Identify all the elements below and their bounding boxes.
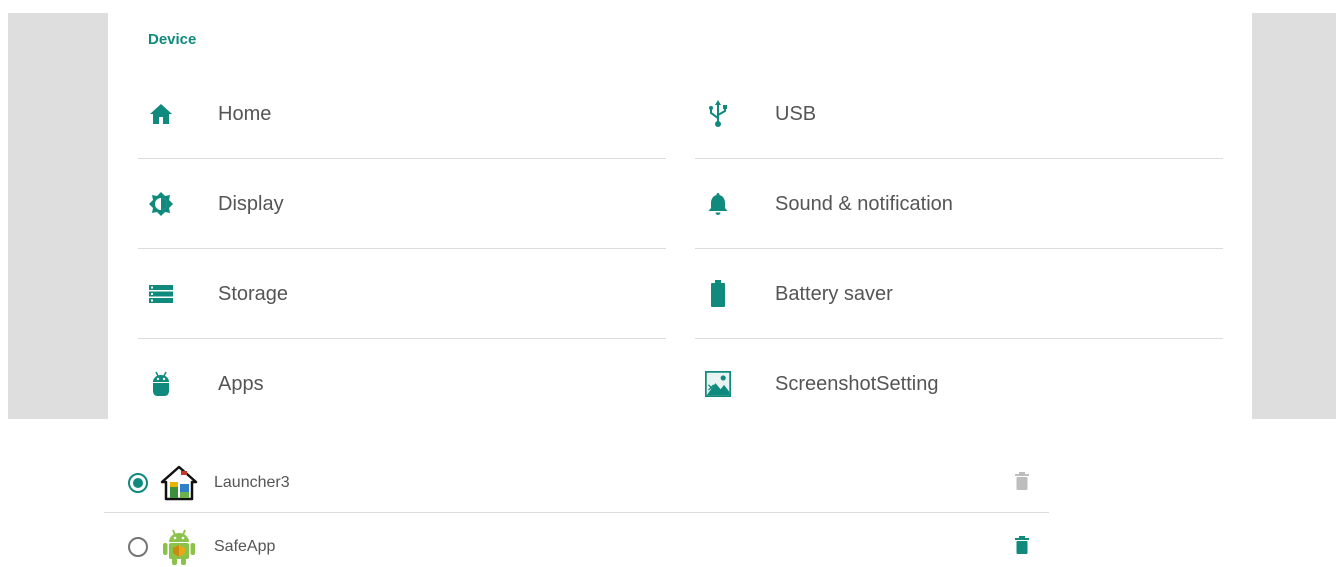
settings-item-apps[interactable]: Apps — [138, 339, 666, 429]
settings-item-display[interactable]: Display — [138, 159, 666, 249]
settings-item-label: Home — [218, 103, 272, 125]
brightness-icon — [148, 191, 174, 217]
settings-item-label: Display — [218, 193, 284, 215]
settings-item-label: Storage — [218, 283, 289, 305]
app-name: Launcher3 — [214, 474, 290, 491]
settings-item-label: ScreenshotSetting — [775, 373, 939, 395]
settings-item-label: Apps — [218, 373, 264, 395]
list-item-launcher3[interactable]: Launcher3 — [104, 453, 1049, 513]
home-icon — [148, 101, 174, 127]
settings-item-label: USB — [775, 103, 817, 125]
radio-button-selected[interactable] — [128, 473, 148, 493]
settings-item-usb[interactable]: USB — [695, 69, 1223, 159]
radio-button-unselected[interactable] — [128, 537, 148, 557]
storage-icon — [148, 281, 174, 307]
launcher3-icon — [160, 464, 198, 502]
safeapp-android-icon — [160, 528, 198, 566]
left-background-panel — [8, 13, 108, 419]
usb-icon — [705, 100, 731, 127]
list-item-safeapp[interactable]: SafeApp — [104, 517, 1049, 567]
right-background-panel — [1252, 13, 1336, 419]
device-settings-card: Device Home Display Storage Apps USB Sou… — [108, 13, 1252, 419]
battery-icon — [705, 280, 731, 307]
settings-item-label: Battery saver — [775, 283, 893, 305]
divider — [104, 512, 1049, 513]
settings-item-screenshot-setting[interactable]: ScreenshotSetting — [695, 339, 1223, 429]
settings-item-label: Sound & notification — [775, 193, 953, 215]
settings-item-home[interactable]: Home — [138, 69, 666, 159]
app-name: SafeApp — [214, 538, 276, 555]
settings-item-storage[interactable]: Storage — [138, 249, 666, 339]
settings-item-sound-notification[interactable]: Sound & notification — [695, 159, 1223, 249]
screenshot-icon — [705, 371, 731, 397]
delete-icon[interactable] — [1015, 536, 1029, 554]
settings-item-battery-saver[interactable]: Battery saver — [695, 249, 1223, 339]
bell-icon — [705, 191, 731, 217]
section-title: Device — [148, 31, 197, 48]
android-icon — [148, 371, 174, 397]
delete-icon[interactable] — [1015, 472, 1029, 490]
